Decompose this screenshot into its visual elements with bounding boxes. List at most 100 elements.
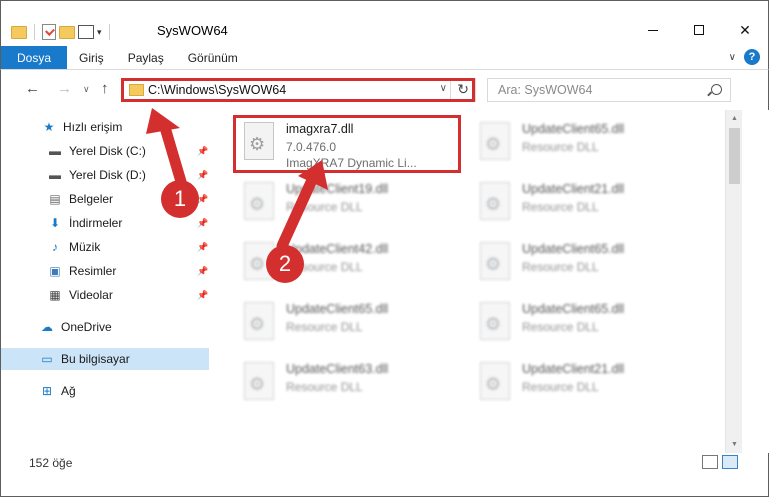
file-tile[interactable]: UpdateClient21.dll Resource DLL: [472, 356, 697, 414]
pin-icon[interactable]: 📌: [197, 290, 208, 301]
quick-access-toolbar: ▾: [11, 21, 114, 43]
scroll-thumb[interactable]: [729, 128, 740, 184]
pictures-icon: ▣: [49, 264, 61, 278]
file-tile[interactable]: UpdateClient19.dll Resource DLL: [236, 176, 461, 234]
window-title: SysWOW64: [157, 23, 228, 38]
tiles-view-icon[interactable]: [722, 455, 738, 469]
customize-toolbar-chevron-icon[interactable]: ▾: [97, 27, 102, 38]
dll-file-icon: [480, 182, 510, 220]
file-type: Resource DLL: [522, 380, 599, 394]
close-icon: ✕: [739, 21, 751, 38]
sidebar-item-label: Yerel Disk (C:): [69, 144, 146, 158]
dll-file-icon: [244, 302, 274, 340]
minimize-button[interactable]: [630, 15, 676, 45]
recent-locations-chevron-icon[interactable]: ∨: [83, 84, 90, 95]
toolbar-divider: [108, 24, 110, 40]
item-count: 152 öğe: [29, 456, 73, 470]
ribbon-tabs: Dosya Giriş Paylaş Görünüm ∨ ?: [0, 46, 769, 70]
sidebar-item-network[interactable]: ⊞ Ağ: [1, 380, 209, 402]
file-name: UpdateClient65.dll: [286, 302, 389, 316]
sidebar-item-local-disk-c[interactable]: ▬ Yerel Disk (C:) 📌: [1, 140, 209, 162]
dll-file-icon: [480, 302, 510, 340]
music-icon: ♪: [52, 240, 58, 254]
vertical-scrollbar[interactable]: ▲ ▼: [725, 110, 742, 453]
view-toggle: [702, 455, 738, 469]
ribbon-right-controls: ∨ ?: [729, 49, 760, 65]
sidebar-item-label: Videolar: [69, 288, 113, 302]
sidebar-item-pictures[interactable]: ▣ Resimler 📌: [1, 260, 209, 282]
sidebar-item-label: Belgeler: [69, 192, 114, 206]
drive-icon: ▬: [49, 168, 61, 182]
dll-file-icon: [480, 362, 510, 400]
sidebar-item-music[interactable]: ♪ Müzik 📌: [1, 236, 209, 258]
up-arrow-icon[interactable]: ↑: [101, 80, 109, 97]
window-controls: ✕: [630, 15, 768, 45]
help-icon[interactable]: ?: [744, 49, 760, 65]
search-placeholder[interactable]: Ara: SysWOW64: [498, 83, 592, 97]
videos-icon: ▦: [49, 288, 61, 302]
tab-share[interactable]: Paylaş: [116, 46, 176, 69]
network-icon: ⊞: [41, 384, 53, 398]
properties-check-icon[interactable]: [42, 24, 56, 40]
file-tile[interactable]: UpdateClient21.dll Resource DLL: [472, 176, 697, 234]
sidebar-item-label: Hızlı erişim: [63, 120, 123, 134]
drive-icon: ▬: [49, 144, 61, 158]
pin-icon[interactable]: 📌: [197, 146, 208, 157]
minimize-icon: [648, 29, 658, 31]
sidebar-item-label: Resimler: [69, 264, 117, 278]
folder-icon[interactable]: [11, 25, 27, 39]
sidebar-item-label: Yerel Disk (D:): [69, 168, 146, 182]
sidebar-item-videos[interactable]: ▦ Videolar 📌: [1, 284, 209, 306]
scroll-up-icon[interactable]: ▲: [726, 110, 743, 127]
tab-view[interactable]: Görünüm: [176, 46, 250, 69]
sidebar-item-label: OneDrive: [61, 320, 112, 334]
file-name: UpdateClient63.dll: [286, 362, 389, 376]
tab-file[interactable]: Dosya: [1, 46, 68, 69]
file-tile[interactable]: UpdateClient65.dll Resource DLL: [472, 116, 697, 174]
sidebar-item-label: Ağ: [61, 384, 76, 398]
sidebar-item-quick-access[interactable]: ★ Hızlı erişim: [1, 116, 209, 138]
sidebar-item-onedrive[interactable]: ☁ OneDrive: [1, 316, 209, 338]
step-badge-1: 1: [161, 180, 199, 218]
tab-home[interactable]: Giriş: [67, 46, 116, 69]
sidebar-item-this-pc[interactable]: ▭ Bu bilgisayar: [1, 348, 209, 370]
star-icon: ★: [43, 120, 55, 134]
pin-icon[interactable]: 📌: [197, 218, 208, 229]
file-type: Resource DLL: [286, 320, 363, 334]
dll-file-icon: [480, 242, 510, 280]
computer-icon: ▭: [41, 352, 53, 366]
pin-icon[interactable]: 📌: [197, 242, 208, 253]
dll-file-icon: [244, 362, 274, 400]
status-bar: 152 öğe: [0, 453, 769, 497]
dll-file-icon: [480, 122, 510, 160]
file-name: UpdateClient21.dll: [522, 182, 625, 196]
cloud-icon: ☁: [41, 320, 53, 334]
details-view-icon[interactable]: [702, 455, 718, 469]
file-name: UpdateClient65.dll: [522, 302, 625, 316]
view-properties-icon[interactable]: [78, 25, 94, 39]
file-tile[interactable]: UpdateClient65.dll Resource DLL: [472, 296, 697, 354]
maximize-button[interactable]: [676, 15, 722, 45]
sidebar-item-label: İndirmeler: [69, 216, 123, 230]
toolbar-divider: [34, 24, 35, 40]
pin-icon[interactable]: 📌: [197, 266, 208, 277]
file-tile[interactable]: UpdateClient65.dll Resource DLL: [472, 236, 697, 294]
search-box[interactable]: Ara: SysWOW64: [487, 78, 731, 102]
scroll-down-icon[interactable]: ▼: [726, 436, 743, 453]
file-tile[interactable]: UpdateClient65.dll Resource DLL: [236, 296, 461, 354]
back-arrow-icon[interactable]: ←: [25, 80, 40, 97]
expand-ribbon-chevron-icon[interactable]: ∨: [729, 52, 736, 63]
navigation-pane: ★ Hızlı erişim ▬ Yerel Disk (C:) 📌 ▬ Yer…: [0, 110, 212, 453]
pin-icon[interactable]: 📌: [197, 170, 208, 181]
forward-arrow-icon[interactable]: →: [57, 80, 72, 97]
file-type: Resource DLL: [522, 200, 599, 214]
step-badge-2: 2: [266, 245, 304, 283]
download-icon: ⬇: [49, 216, 61, 230]
dll-file-icon: [244, 182, 274, 220]
new-folder-icon[interactable]: [59, 25, 75, 39]
close-button[interactable]: ✕: [722, 15, 768, 45]
file-tile[interactable]: UpdateClient63.dll Resource DLL: [236, 356, 461, 414]
search-icon[interactable]: [711, 84, 722, 95]
file-type: Resource DLL: [522, 320, 599, 334]
address-highlight-box: [121, 78, 475, 102]
